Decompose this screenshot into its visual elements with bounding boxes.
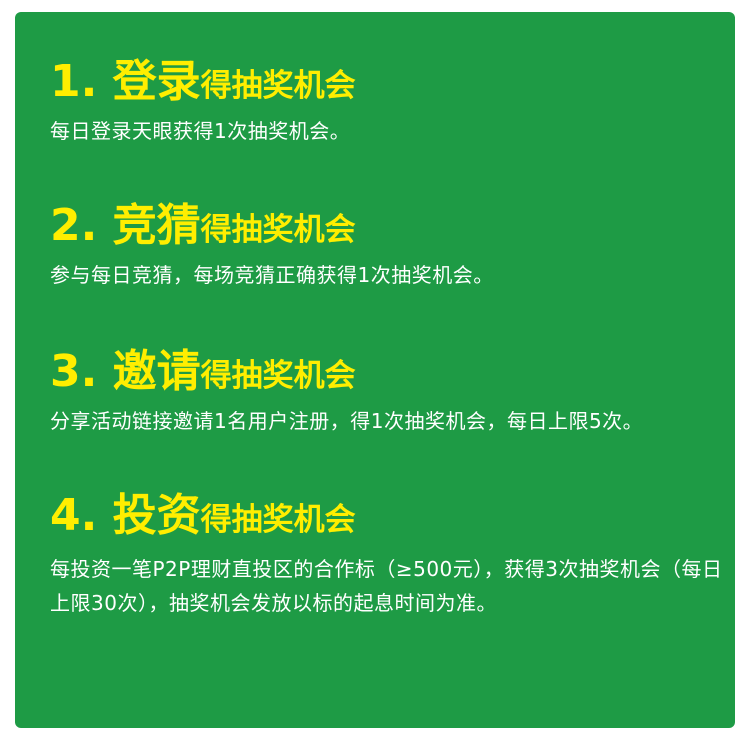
rule-section-guess: 2. 竞猜得抽奖机会 参与每日竞猜，每场竞猜正确获得1次抽奖机会。 [50, 204, 740, 292]
rule-number: 4. [50, 490, 113, 541]
rule-description: 每日登录天眼获得1次抽奖机会。 [50, 119, 351, 143]
rule-number: 3. [50, 346, 113, 397]
rule-heading: 4. 投资得抽奖机会 [50, 494, 740, 538]
rule-suffix: 得抽奖机会 [200, 212, 356, 248]
rule-suffix: 得抽奖机会 [200, 502, 356, 538]
rule-keyword: 登录 [112, 56, 201, 107]
rule-description: 分享活动链接邀请1名用户注册，得1次抽奖机会，每日上限5次。 [50, 409, 644, 433]
rule-section-login: 1. 登录得抽奖机会 每日登录天眼获得1次抽奖机会。 [50, 60, 740, 148]
rule-number: 1. [50, 56, 113, 107]
rule-description: 每投资一笔P2P理财直投区的合作标（≥500元），获得3次抽奖机会（每日上限30… [50, 557, 723, 615]
rule-keyword: 邀请 [112, 346, 201, 397]
rule-section-invite: 3. 邀请得抽奖机会 分享活动链接邀请1名用户注册，得1次抽奖机会，每日上限5次… [50, 350, 740, 438]
rule-heading: 2. 竞猜得抽奖机会 [50, 204, 740, 248]
rule-description: 参与每日竞猜，每场竞猜正确获得1次抽奖机会。 [50, 263, 494, 287]
rule-suffix: 得抽奖机会 [200, 358, 356, 394]
rule-heading: 1. 登录得抽奖机会 [50, 60, 740, 104]
rule-suffix: 得抽奖机会 [200, 68, 356, 104]
rule-section-invest: 4. 投资得抽奖机会 每投资一笔P2P理财直投区的合作标（≥500元），获得3次… [50, 494, 740, 620]
rule-keyword: 投资 [112, 490, 201, 541]
rule-heading: 3. 邀请得抽奖机会 [50, 350, 740, 394]
rule-number: 2. [50, 200, 113, 251]
rule-keyword: 竞猜 [112, 200, 201, 251]
